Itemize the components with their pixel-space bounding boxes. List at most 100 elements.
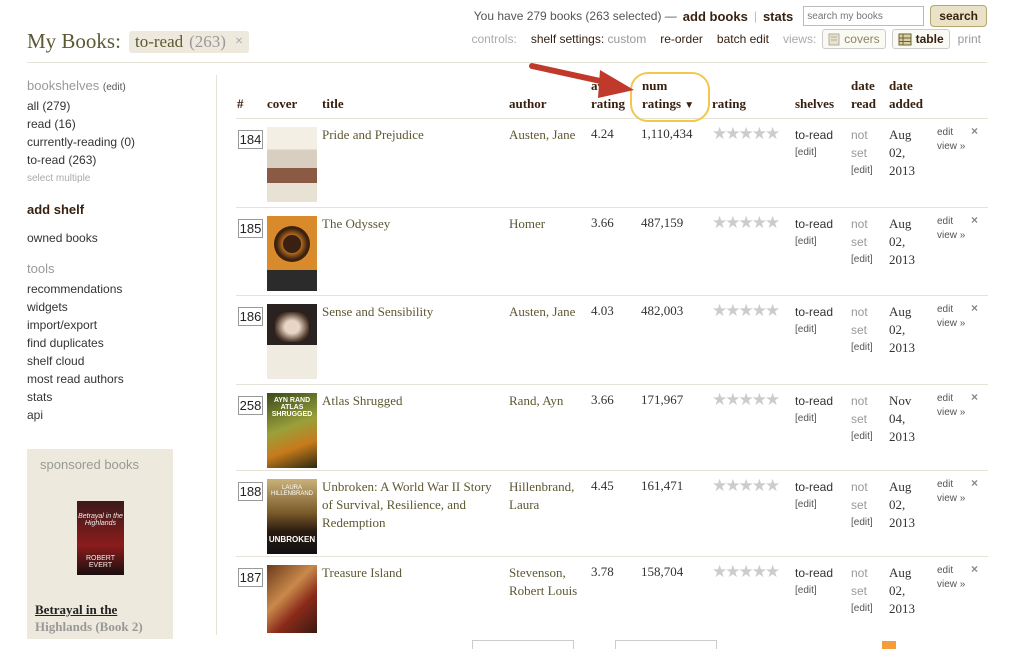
- tool-api[interactable]: api: [27, 406, 197, 424]
- col-header-cover[interactable]: cover: [267, 95, 297, 113]
- shelf-link[interactable]: to-read: [795, 566, 833, 580]
- row-edit-link[interactable]: edit: [937, 392, 965, 406]
- sponsored-book-cover[interactable]: Betrayal in the Highlands ROBERT EVERT: [77, 501, 124, 575]
- row-view-link[interactable]: view »: [937, 317, 965, 331]
- book-cover[interactable]: [267, 216, 317, 291]
- tool-stats[interactable]: stats: [27, 388, 197, 406]
- shelf-settings-label[interactable]: shelf settings:: [531, 32, 604, 46]
- select-multiple-link[interactable]: select multiple: [27, 169, 197, 189]
- shelf-edit-link[interactable]: [edit]: [795, 410, 833, 428]
- book-title-link[interactable]: Pride and Prejudice: [322, 126, 500, 144]
- sidebar-item-currently-reading[interactable]: currently-reading (0): [27, 133, 197, 151]
- search-button[interactable]: search: [930, 5, 987, 27]
- star-rating-input[interactable]: ★★★★★: [712, 213, 780, 233]
- col-header-title[interactable]: title: [322, 95, 344, 113]
- col-header-date-added[interactable]: date added: [889, 77, 923, 113]
- position-input[interactable]: 185: [238, 219, 263, 238]
- shelf-settings-value[interactable]: custom: [608, 32, 647, 46]
- shelf-chip-label[interactable]: to-read: [135, 32, 183, 52]
- shelf-edit-link[interactable]: [edit]: [795, 321, 833, 339]
- row-view-link[interactable]: view »: [937, 492, 965, 506]
- covers-view-button[interactable]: covers: [822, 29, 886, 49]
- search-input[interactable]: [803, 6, 925, 26]
- shelf-link[interactable]: to-read: [795, 394, 833, 408]
- remove-book-icon[interactable]: ×: [971, 562, 978, 576]
- book-title-link[interactable]: Atlas Shrugged: [322, 392, 500, 410]
- sidebar-item-all[interactable]: all (279): [27, 97, 197, 115]
- tool-widgets[interactable]: widgets: [27, 298, 197, 316]
- sponsored-book-title[interactable]: Betrayal in the: [35, 601, 117, 619]
- shelf-settings[interactable]: shelf settings: custom: [531, 32, 646, 46]
- tool-most-read-authors[interactable]: most read authors: [27, 370, 197, 388]
- position-input[interactable]: 258: [238, 396, 263, 415]
- position-input[interactable]: 188: [238, 482, 263, 501]
- star-rating-input[interactable]: ★★★★★: [712, 476, 780, 496]
- rss-icon[interactable]: [882, 641, 896, 649]
- row-view-link[interactable]: view »: [937, 578, 965, 592]
- row-view-link[interactable]: view »: [937, 140, 965, 154]
- position-input[interactable]: 187: [238, 568, 263, 587]
- book-author-link[interactable]: Homer: [509, 215, 589, 233]
- tool-recommendations[interactable]: recommendations: [27, 280, 197, 298]
- star-rating-input[interactable]: ★★★★★: [712, 562, 780, 582]
- date-read-edit-link[interactable]: [edit]: [851, 514, 873, 532]
- row-edit-link[interactable]: edit: [937, 215, 965, 229]
- row-edit-link[interactable]: edit: [937, 126, 965, 140]
- col-header-shelves[interactable]: shelves: [795, 95, 834, 113]
- stats-link[interactable]: stats: [763, 9, 793, 24]
- date-read-edit-link[interactable]: [edit]: [851, 600, 873, 618]
- sidebar-item-to-read[interactable]: to-read (263): [27, 151, 197, 169]
- remove-book-icon[interactable]: ×: [971, 301, 978, 315]
- shelf-edit-link[interactable]: [edit]: [795, 144, 833, 162]
- date-read-edit-link[interactable]: [edit]: [851, 339, 873, 357]
- shelf-link[interactable]: to-read: [795, 217, 833, 231]
- book-author-link[interactable]: Austen, Jane: [509, 126, 589, 144]
- add-books-link[interactable]: add books: [683, 9, 748, 24]
- date-read-edit-link[interactable]: [edit]: [851, 251, 873, 269]
- book-title-link[interactable]: Unbroken: A World War II Story of Surviv…: [322, 478, 500, 532]
- star-rating-input[interactable]: ★★★★★: [712, 301, 780, 321]
- position-input[interactable]: 184: [238, 130, 263, 149]
- book-title-link[interactable]: The Odyssey: [322, 215, 500, 233]
- book-cover[interactable]: AYN RAND ATLAS SHRUGGED: [267, 393, 317, 468]
- tool-shelf-cloud[interactable]: shelf cloud: [27, 352, 197, 370]
- remove-book-icon[interactable]: ×: [971, 390, 978, 404]
- table-view-button[interactable]: table: [891, 29, 950, 49]
- reorder-link[interactable]: re-order: [660, 32, 703, 46]
- book-author-link[interactable]: Hillenbrand, Laura: [509, 478, 589, 514]
- row-view-link[interactable]: view »: [937, 229, 965, 243]
- book-cover[interactable]: [267, 127, 317, 202]
- date-read-edit-link[interactable]: [edit]: [851, 428, 873, 446]
- shelf-edit-link[interactable]: [edit]: [795, 582, 833, 600]
- remove-book-icon[interactable]: ×: [971, 476, 978, 490]
- shelf-link[interactable]: to-read: [795, 305, 833, 319]
- shelf-link[interactable]: to-read: [795, 128, 833, 142]
- col-header-rating[interactable]: rating: [712, 95, 746, 113]
- remove-book-icon[interactable]: ×: [971, 213, 978, 227]
- book-cover[interactable]: [267, 565, 317, 633]
- book-author-link[interactable]: Stevenson, Robert Louis: [509, 564, 589, 600]
- sidebar-item-read[interactable]: read (16): [27, 115, 197, 133]
- remove-book-icon[interactable]: ×: [971, 124, 978, 138]
- sort-select[interactable]: [615, 640, 717, 649]
- shelf-link[interactable]: to-read: [795, 480, 833, 494]
- position-input[interactable]: 186: [238, 307, 263, 326]
- bookshelves-edit-link[interactable]: (edit): [103, 82, 126, 93]
- col-header-date-read[interactable]: date read: [851, 77, 876, 113]
- col-header-position[interactable]: #: [237, 95, 244, 113]
- book-author-link[interactable]: Austen, Jane: [509, 303, 589, 321]
- add-shelf-link[interactable]: add shelf: [27, 201, 197, 219]
- owned-books-link[interactable]: owned books: [27, 229, 197, 247]
- close-icon[interactable]: ×: [235, 34, 243, 50]
- tool-import-export[interactable]: import/export: [27, 316, 197, 334]
- book-title-link[interactable]: Treasure Island: [322, 564, 500, 582]
- book-cover[interactable]: LAURA HILLENBRAND UNBROKEN: [267, 479, 317, 554]
- row-edit-link[interactable]: edit: [937, 564, 965, 578]
- per-page-select[interactable]: [472, 640, 574, 649]
- book-cover[interactable]: [267, 304, 317, 379]
- book-title-link[interactable]: Sense and Sensibility: [322, 303, 500, 321]
- tool-find-duplicates[interactable]: find duplicates: [27, 334, 197, 352]
- book-author-link[interactable]: Rand, Ayn: [509, 392, 589, 410]
- row-view-link[interactable]: view »: [937, 406, 965, 420]
- shelf-edit-link[interactable]: [edit]: [795, 233, 833, 251]
